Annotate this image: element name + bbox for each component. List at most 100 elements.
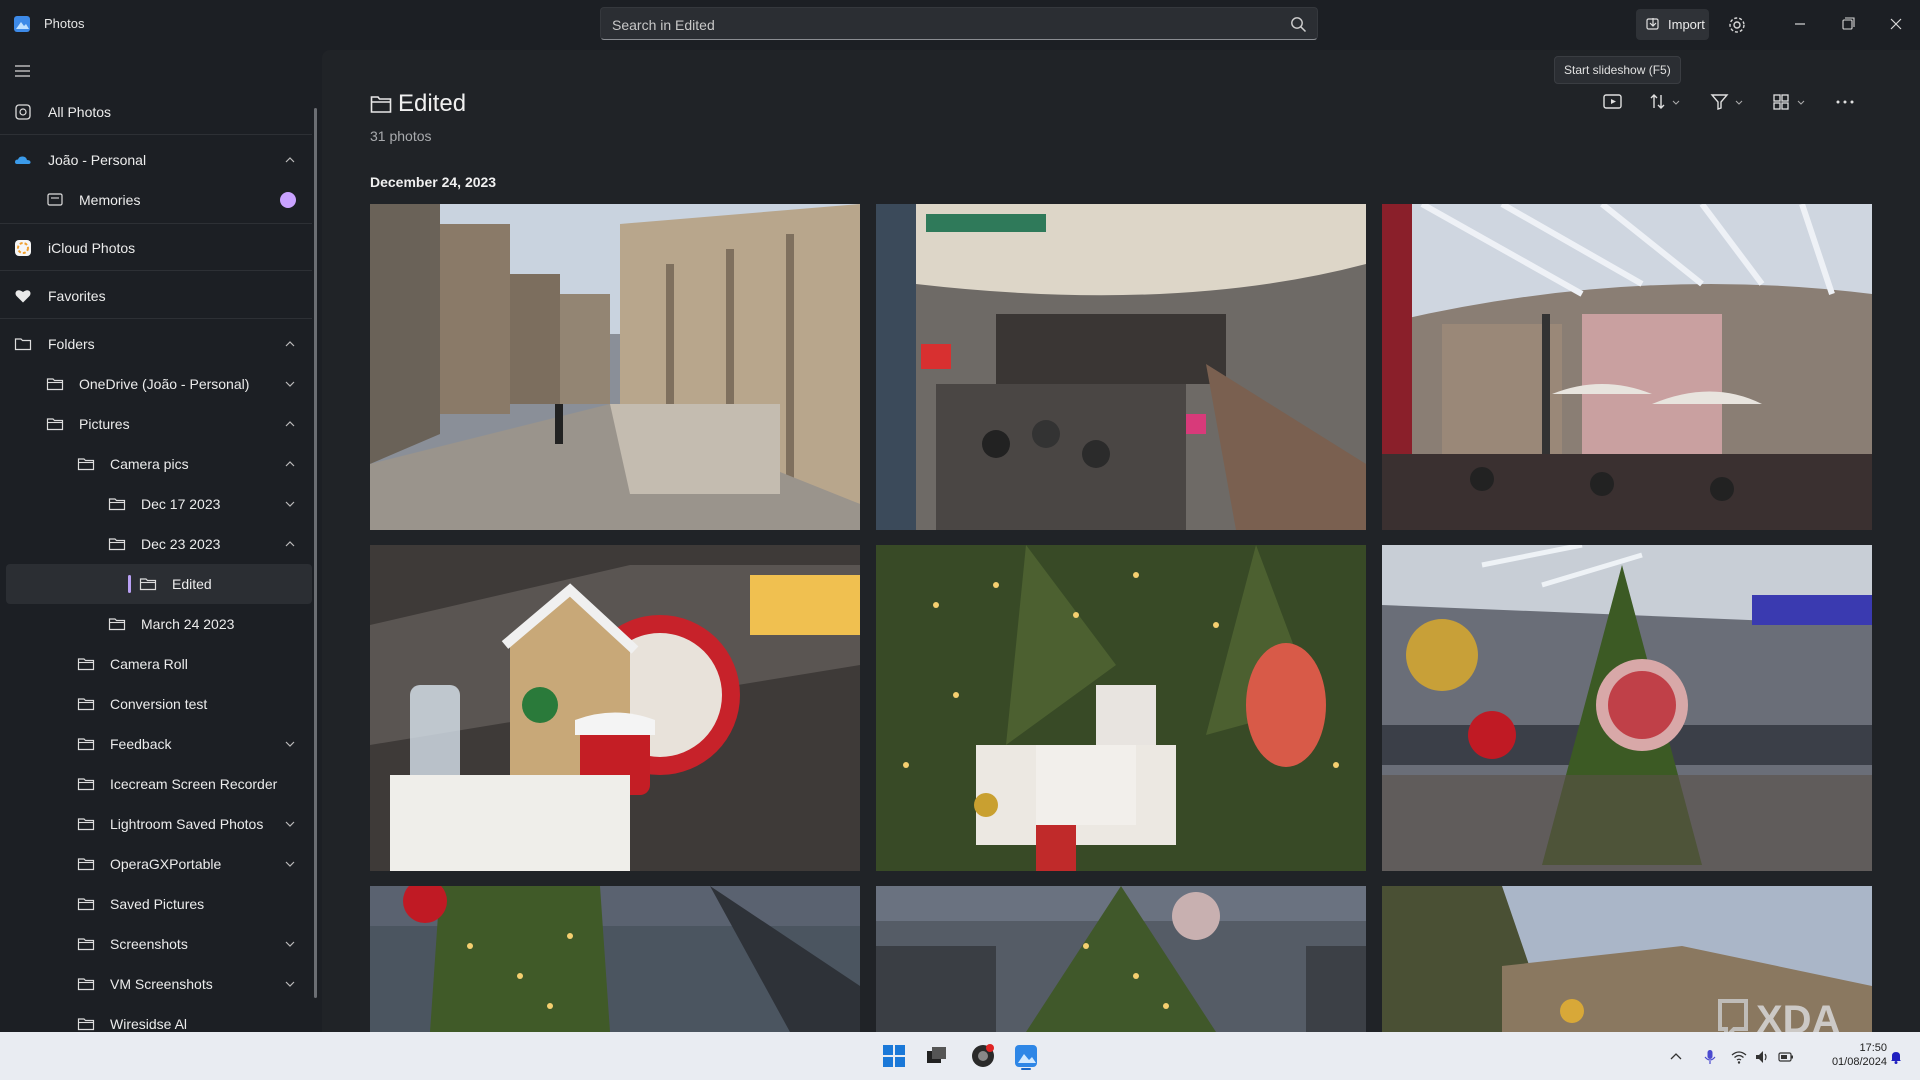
sidebar-folder-item[interactable]: Screenshots xyxy=(0,924,310,964)
folder-icon xyxy=(77,935,95,953)
sidebar-folder-item[interactable]: Pictures xyxy=(0,404,310,444)
sidebar-item-label: Conversion test xyxy=(110,696,208,712)
folder-icon xyxy=(108,535,126,553)
sidebar-item-icloud[interactable]: iCloud Photos xyxy=(0,228,310,268)
sidebar-item-folders[interactable]: Folders xyxy=(0,324,310,364)
slideshow-button[interactable] xyxy=(1601,90,1625,114)
sidebar-folder-item[interactable]: Camera pics xyxy=(0,444,310,484)
hamburger-menu-icon[interactable] xyxy=(14,64,32,78)
photo-thumbnail[interactable] xyxy=(876,886,1366,1032)
photos-taskbar-icon[interactable] xyxy=(1012,1042,1040,1070)
chevron-up-icon[interactable] xyxy=(284,154,296,166)
chevron-down-icon[interactable] xyxy=(284,738,296,750)
folder-icon xyxy=(108,615,126,633)
sidebar-folder-item[interactable]: Wiresidse Al xyxy=(0,1004,310,1032)
chevron-down-icon[interactable] xyxy=(284,938,296,950)
sidebar-item-label: OperaGXPortable xyxy=(110,856,222,872)
photo-thumbnail[interactable] xyxy=(370,886,860,1032)
sidebar-folder-item[interactable]: Conversion test xyxy=(0,684,310,724)
sidebar-item-label: Wiresidse Al xyxy=(110,1016,188,1032)
sidebar-folder-item[interactable]: VM Screenshots xyxy=(0,964,310,1004)
minimize-icon[interactable] xyxy=(1787,12,1813,36)
sidebar-item-memories[interactable]: Memories xyxy=(0,180,310,220)
restore-icon[interactable] xyxy=(1835,12,1861,36)
sidebar-folder-item[interactable]: Feedback xyxy=(0,724,310,764)
sidebar-item-label: VM Screenshots xyxy=(110,976,213,992)
sidebar-item-label: Dec 17 2023 xyxy=(141,496,221,512)
icloud-photos-icon xyxy=(14,239,32,257)
wifi-icon[interactable] xyxy=(1731,1049,1747,1065)
chevron-up-icon[interactable] xyxy=(1668,1049,1684,1065)
chevron-up-icon[interactable] xyxy=(284,458,296,470)
chevron-up-icon[interactable] xyxy=(284,418,296,430)
sidebar-folder-item[interactable]: Lightroom Saved Photos xyxy=(0,804,310,844)
browser-icon[interactable] xyxy=(969,1042,997,1070)
sidebar-folder-item[interactable]: Edited xyxy=(6,564,312,604)
sort-button[interactable] xyxy=(1648,90,1682,114)
photo-thumbnail[interactable] xyxy=(876,545,1366,871)
sidebar-item-favorites[interactable]: Favorites xyxy=(0,276,310,316)
photo-thumbnail[interactable] xyxy=(370,204,860,530)
sidebar-folder-item[interactable]: Icecream Screen Recorder xyxy=(0,764,310,804)
more-options-icon[interactable] xyxy=(1832,90,1858,114)
photo-thumbnail[interactable] xyxy=(1382,204,1872,530)
settings-gear-icon[interactable] xyxy=(1724,12,1750,38)
chevron-down-icon[interactable] xyxy=(284,498,296,510)
search-icon[interactable] xyxy=(1290,16,1307,33)
heart-icon xyxy=(14,287,32,305)
folder-icon xyxy=(370,94,392,114)
folder-icon xyxy=(77,455,95,473)
sidebar-item-label: Camera Roll xyxy=(110,656,188,672)
microphone-icon[interactable] xyxy=(1702,1049,1718,1065)
chevron-down-icon[interactable] xyxy=(284,978,296,990)
sidebar-item-label: Icecream Screen Recorder xyxy=(110,776,278,792)
notification-bell-icon[interactable] xyxy=(1888,1049,1904,1065)
clock-time: 17:50 xyxy=(1859,1042,1887,1054)
photo-thumbnail[interactable] xyxy=(876,204,1366,530)
chevron-down-icon[interactable] xyxy=(284,858,296,870)
folder-icon xyxy=(77,975,95,993)
title-bar: Photos Search in Edited Import xyxy=(0,0,1920,48)
photo-thumbnail[interactable] xyxy=(370,545,860,871)
photos-app-icon xyxy=(13,15,31,33)
chevron-down-icon[interactable] xyxy=(284,378,296,390)
sidebar-folder-item[interactable]: March 24 2023 xyxy=(0,604,310,644)
sidebar-folder-item[interactable]: Saved Pictures xyxy=(0,884,310,924)
chevron-down-icon[interactable] xyxy=(284,818,296,830)
battery-icon[interactable] xyxy=(1778,1049,1794,1065)
taskbar-clock[interactable]: 17:50 01/08/2024 xyxy=(1807,1041,1887,1069)
sidebar-item-all-photos[interactable]: All Photos xyxy=(0,92,310,132)
sidebar-scrollbar[interactable] xyxy=(314,108,317,998)
search-box[interactable]: Search in Edited xyxy=(600,7,1318,40)
page-title: Edited xyxy=(398,90,467,117)
sidebar-folder-item[interactable]: OneDrive (João - Personal) xyxy=(0,364,310,404)
sidebar: All Photos João - Personal Memories iClo… xyxy=(0,48,318,1032)
sidebar-item-label: Dec 23 2023 xyxy=(141,536,221,552)
chevron-up-icon[interactable] xyxy=(284,338,296,350)
folder-icon xyxy=(77,775,95,793)
sidebar-folder-item[interactable]: Camera Roll xyxy=(0,644,310,684)
volume-icon[interactable] xyxy=(1754,1049,1770,1065)
close-icon[interactable] xyxy=(1883,12,1909,36)
folder-icon xyxy=(77,695,95,713)
sidebar-folder-item[interactable]: Dec 17 2023 xyxy=(0,484,310,524)
sidebar-folder-item[interactable]: Dec 23 2023 xyxy=(0,524,310,564)
search-input[interactable]: Search in Edited xyxy=(612,17,715,33)
sidebar-item-account[interactable]: João - Personal xyxy=(0,140,310,180)
sidebar-folder-item[interactable]: OperaGXPortable xyxy=(0,844,310,884)
sidebar-item-label: Edited xyxy=(172,576,212,592)
sidebar-item-label: João - Personal xyxy=(48,152,147,168)
task-view-icon[interactable] xyxy=(923,1042,951,1070)
folder-icon xyxy=(77,855,95,873)
app-title: Photos xyxy=(44,16,85,31)
chevron-up-icon[interactable] xyxy=(284,538,296,550)
windows-start-icon[interactable] xyxy=(880,1042,908,1070)
sidebar-item-label: iCloud Photos xyxy=(48,240,136,256)
photo-thumbnail[interactable] xyxy=(1382,545,1872,871)
view-layout-button[interactable] xyxy=(1771,90,1807,114)
filter-button[interactable] xyxy=(1709,90,1745,114)
folder-icon xyxy=(77,815,95,833)
slideshow-tooltip: Start slideshow (F5) xyxy=(1554,56,1681,84)
import-button[interactable]: Import xyxy=(1636,9,1709,40)
divider xyxy=(0,223,312,224)
